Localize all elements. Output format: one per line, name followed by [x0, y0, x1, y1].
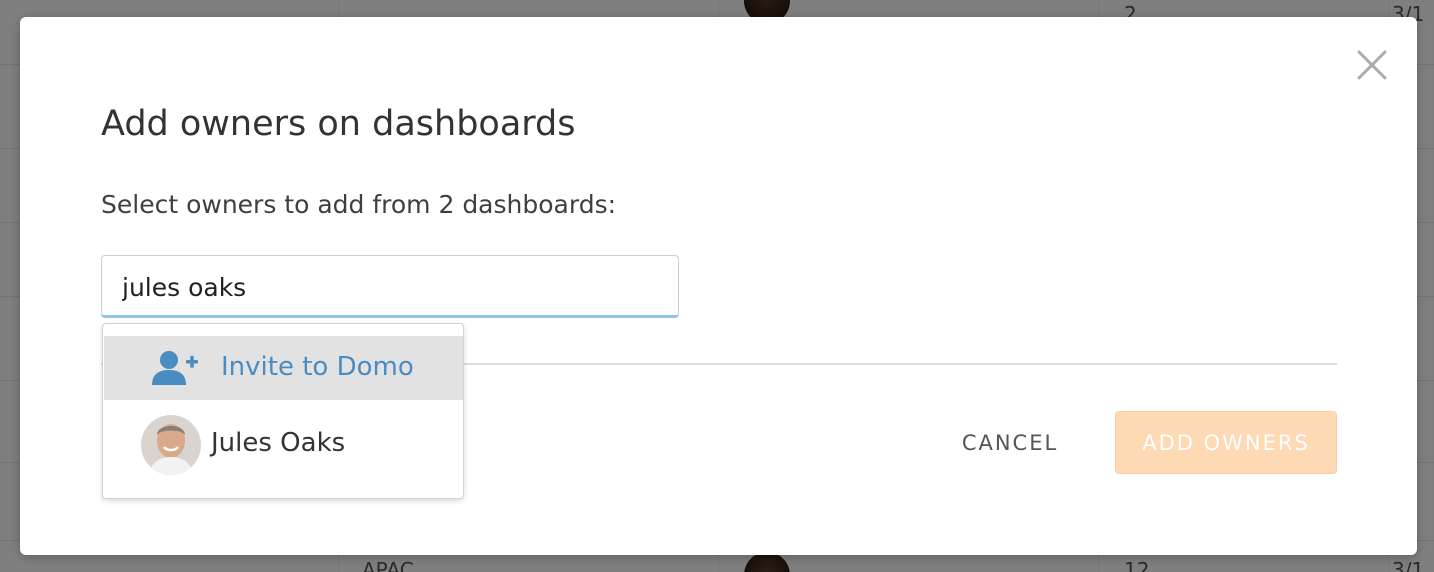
owner-suggestions-dropdown: Invite to Domo Jules Oaks	[102, 323, 464, 499]
page: 2 3/1 APAC 12 3/1 Add owners on dashboar…	[0, 0, 1434, 572]
invite-to-domo-option[interactable]: Invite to Domo	[104, 336, 463, 400]
close-icon[interactable]	[1357, 50, 1387, 80]
user-option-label: Jules Oaks	[211, 428, 346, 458]
owner-search-field[interactable]	[101, 255, 679, 318]
owner-search-input[interactable]	[122, 268, 662, 306]
invite-option-label: Invite to Domo	[221, 352, 414, 382]
avatar	[141, 415, 201, 475]
add-owners-button[interactable]: ADD OWNERS	[1115, 411, 1337, 474]
cancel-button[interactable]: CANCEL	[940, 411, 1080, 475]
dialog-subtitle: Select owners to add from 2 dashboards:	[101, 190, 617, 219]
add-user-icon	[151, 350, 201, 386]
dialog-title: Add owners on dashboards	[101, 104, 576, 144]
user-option-jules-oaks[interactable]: Jules Oaks	[104, 404, 463, 488]
